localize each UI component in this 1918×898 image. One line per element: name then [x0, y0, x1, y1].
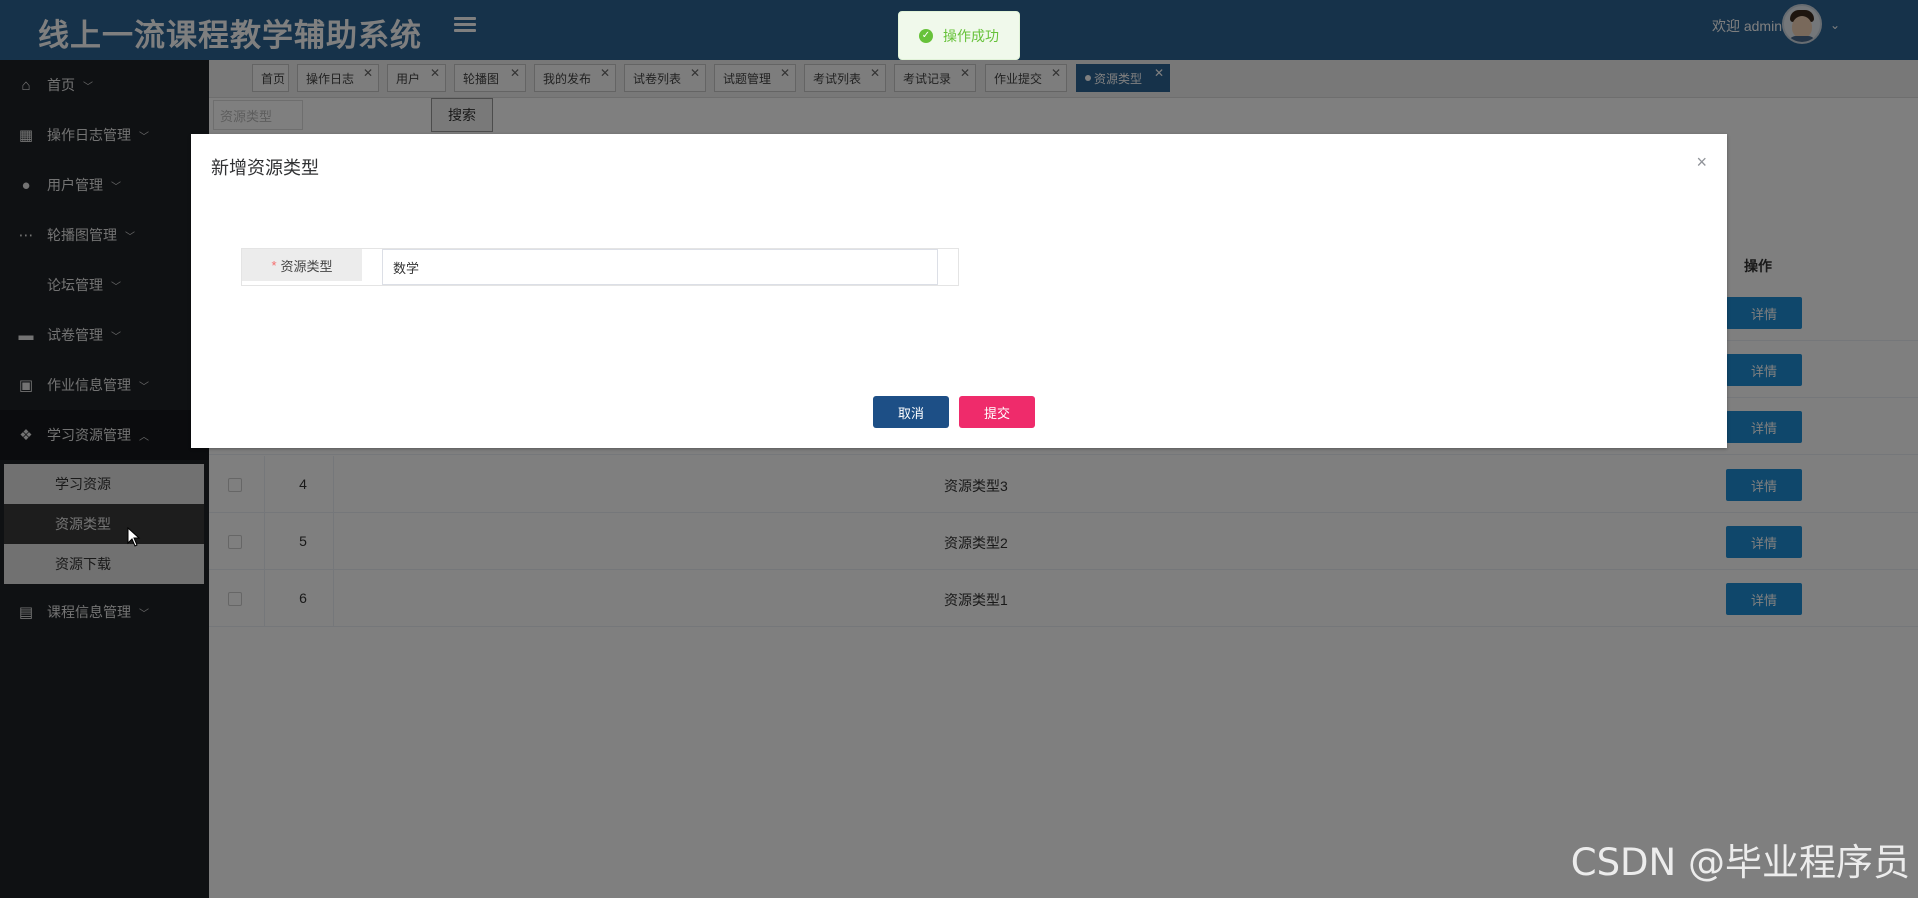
- resource-type-form-row: * 资源类型 数学: [241, 248, 959, 286]
- toast-message: 操作成功: [943, 27, 999, 44]
- watermark: CSDN @毕业程序员: [1570, 841, 1910, 884]
- resource-type-input[interactable]: 数学: [382, 249, 938, 285]
- mouse-cursor-icon: [127, 527, 141, 547]
- dialog-title: 新增资源类型: [211, 158, 319, 178]
- cancel-button[interactable]: 取消: [873, 396, 949, 428]
- check-circle-icon: ✓: [919, 28, 933, 43]
- submit-button[interactable]: 提交: [959, 396, 1035, 428]
- add-resource-type-dialog: 新增资源类型 × * 资源类型 数学 取消 提交: [191, 134, 1727, 448]
- resource-type-label: * 资源类型: [242, 249, 362, 281]
- required-mark: *: [271, 257, 277, 273]
- close-icon[interactable]: ×: [1696, 152, 1707, 173]
- success-toast: ✓ 操作成功: [898, 11, 1020, 60]
